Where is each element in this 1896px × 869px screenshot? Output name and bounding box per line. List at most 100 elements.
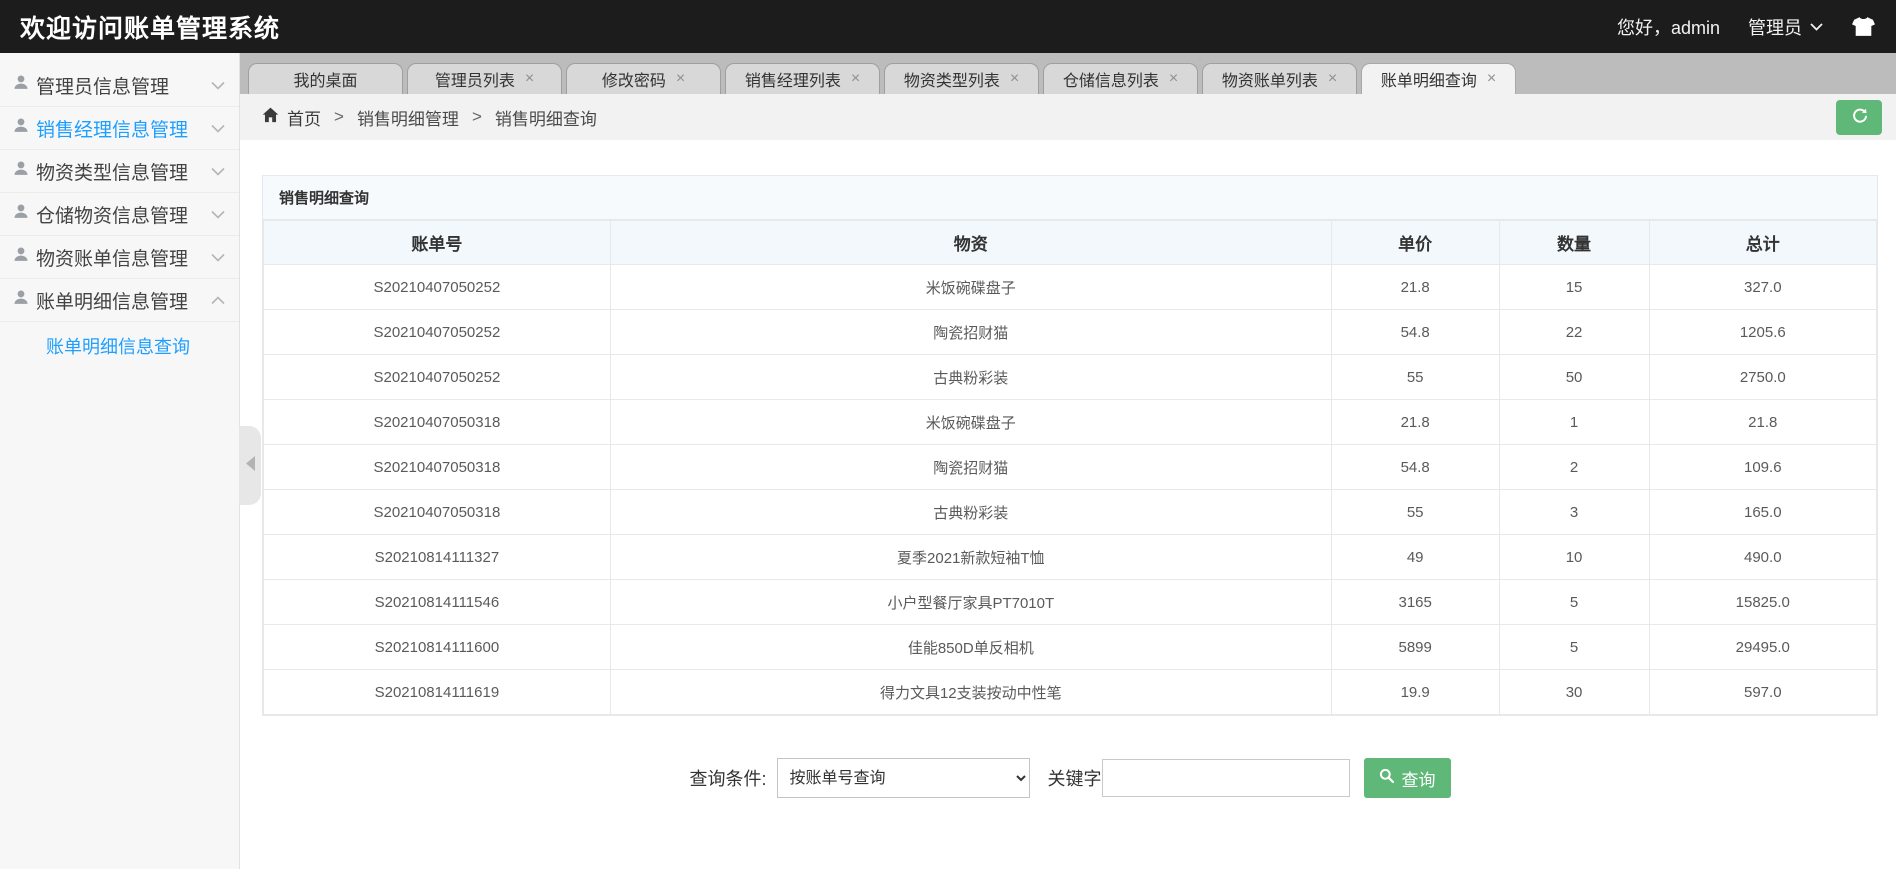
cell-total: 15825.0: [1648, 579, 1878, 625]
cell-bill-no: S20210407050318: [263, 489, 611, 535]
chevron-down-icon: [1810, 22, 1823, 31]
refresh-icon: [1851, 107, 1868, 127]
refresh-button[interactable]: [1836, 99, 1882, 135]
tab-material-bill-list[interactable]: 物资账单列表 ×: [1202, 63, 1357, 94]
user-icon: [13, 289, 29, 311]
cell-quantity: 1: [1498, 399, 1650, 445]
query-condition-label: 查询条件:: [689, 769, 767, 789]
close-icon[interactable]: ×: [1487, 71, 1496, 87]
cell-quantity: 15: [1498, 264, 1650, 310]
tab-label: 物资类型列表: [903, 73, 1000, 90]
close-icon[interactable]: ×: [851, 71, 860, 87]
chevron-down-icon: [211, 203, 225, 225]
cell-bill-no: S20210407050252: [263, 264, 611, 310]
cell-unit-price: 54.8: [1330, 444, 1500, 490]
search-button[interactable]: 查询: [1363, 758, 1451, 798]
cell-bill-no: S20210814111327: [263, 534, 611, 580]
cell-bill-no: S20210814111546: [263, 579, 611, 625]
tab-my-desktop[interactable]: 我的桌面: [248, 63, 403, 94]
sidebar-item-label: 管理员信息管理: [36, 76, 170, 98]
sidebar-item-label: 销售经理信息管理: [36, 119, 189, 141]
chevron-down-icon: [211, 117, 225, 139]
sidebar-item-material-bill-info[interactable]: 物资账单信息管理: [0, 236, 239, 279]
cell-unit-price: 19.9: [1330, 669, 1500, 715]
cell-bill-no: S20210407050252: [263, 354, 611, 400]
cell-quantity: 5: [1498, 624, 1650, 670]
role-label: 管理员: [1748, 17, 1802, 38]
table-row: S20210814111600 佳能850D单反相机 5899 5 29495.…: [263, 624, 1878, 670]
user-greeting: 您好，admin: [1616, 17, 1720, 38]
role-dropdown[interactable]: 管理员: [1748, 14, 1823, 40]
cell-bill-no: S20210407050318: [263, 444, 611, 490]
cell-material: 夏季2021新款短袖T恤: [609, 534, 1332, 580]
sidebar-item-label: 物资类型信息管理: [36, 162, 189, 184]
sidebar-item-sales-manager-info[interactable]: 销售经理信息管理: [0, 107, 239, 150]
close-icon[interactable]: ×: [676, 71, 685, 87]
tab-label: 销售经理列表: [744, 73, 841, 90]
column-header-material: 物资: [609, 220, 1332, 265]
query-result-panel: 销售明细查询 账单号 物资 单价 数量 总计 S20210407050252 米…: [262, 175, 1878, 716]
tab-admin-list[interactable]: 管理员列表 ×: [407, 63, 562, 94]
cell-bill-no: S20210814111600: [263, 624, 611, 670]
sidebar-item-label: 仓储物资信息管理: [36, 205, 189, 227]
column-header-bill-no: 账单号: [263, 220, 611, 265]
chevron-down-icon: [211, 160, 225, 182]
breadcrumb-home-label: 首页: [287, 109, 321, 129]
breadcrumb-section-link[interactable]: 销售明细管理: [357, 105, 459, 130]
breadcrumb-current: 销售明细查询: [494, 109, 597, 129]
tab-bar: 我的桌面 管理员列表 × 修改密码 × 销售经理列表 × 物资类型列表 × 仓储…: [240, 53, 1896, 94]
tshirt-theme-icon[interactable]: [1851, 16, 1876, 37]
tab-warehouse-info-list[interactable]: 仓储信息列表 ×: [1043, 63, 1198, 94]
keyword-label: 关键字: [1047, 769, 1102, 789]
sidebar-item-bill-detail-info[interactable]: 账单明细信息管理: [0, 279, 239, 322]
search-button-label: 查询: [1401, 770, 1436, 790]
tab-label: 修改密码: [601, 73, 666, 90]
cell-quantity: 22: [1498, 309, 1650, 355]
cell-total: 327.0: [1648, 264, 1878, 310]
cell-unit-price: 55: [1330, 489, 1500, 535]
top-header: 欢迎访问账单管理系统 您好，admin 管理员: [0, 0, 1896, 53]
tab-change-password[interactable]: 修改密码 ×: [566, 63, 721, 94]
sidebar-item-material-type-info[interactable]: 物资类型信息管理: [0, 150, 239, 193]
content-area: 销售明细查询 账单号 物资 单价 数量 总计 S20210407050252 米…: [240, 140, 1896, 869]
cell-unit-price: 21.8: [1330, 399, 1500, 445]
tab-material-type-list[interactable]: 物资类型列表 ×: [884, 63, 1039, 94]
cell-unit-price: 21.8: [1330, 264, 1500, 310]
user-icon: [13, 160, 29, 182]
sidebar-collapse-handle[interactable]: [239, 426, 261, 505]
chevron-up-icon: [211, 289, 225, 311]
column-header-quantity: 数量: [1498, 220, 1650, 265]
tab-bill-detail-query[interactable]: 账单明细查询 ×: [1361, 63, 1516, 94]
table-row: S20210814111546 小户型餐厅家具PT7010T 3165 5 15…: [263, 579, 1878, 625]
breadcrumb-home-link[interactable]: 首页: [262, 105, 321, 130]
user-icon: [13, 117, 29, 139]
close-icon[interactable]: ×: [525, 71, 534, 87]
close-icon[interactable]: ×: [1328, 71, 1337, 87]
user-icon: [13, 74, 29, 96]
cell-unit-price: 3165: [1330, 579, 1500, 625]
tab-sales-manager-list[interactable]: 销售经理列表 ×: [725, 63, 880, 94]
cell-quantity: 50: [1498, 354, 1650, 400]
cell-total: 490.0: [1648, 534, 1878, 580]
user-icon: [13, 246, 29, 268]
cell-bill-no: S20210407050318: [263, 399, 611, 445]
panel-title: 销售明细查询: [263, 176, 1877, 220]
sidebar-item-warehouse-material-info[interactable]: 仓储物资信息管理: [0, 193, 239, 236]
chevron-down-icon: [211, 74, 225, 96]
table-row: S20210407050318 古典粉彩装 55 3 165.0: [263, 489, 1878, 535]
sidebar-item-admin-info[interactable]: 管理员信息管理: [0, 64, 239, 107]
keyword-input[interactable]: [1101, 759, 1350, 797]
sidebar-item-label: 物资账单信息管理: [36, 248, 189, 270]
sidebar-subitem-bill-detail-query[interactable]: 账单明细信息查询: [0, 322, 239, 370]
cell-material: 古典粉彩装: [609, 489, 1332, 535]
cell-material: 小户型餐厅家具PT7010T: [609, 579, 1332, 625]
cell-quantity: 2: [1498, 444, 1650, 490]
sidebar: 管理员信息管理 销售经理信息管理 物资类型信息管理 仓储物资信息管理 物资账单信…: [0, 53, 261, 869]
table-row: S20210407050318 米饭碗碟盘子 21.8 1 21.8: [263, 399, 1878, 445]
close-icon[interactable]: ×: [1169, 71, 1178, 87]
home-icon: [262, 107, 279, 128]
query-condition-select[interactable]: 按账单号查询: [776, 758, 1030, 798]
tab-label: 仓储信息列表: [1062, 73, 1159, 90]
app-title: 欢迎访问账单管理系统: [20, 14, 281, 43]
close-icon[interactable]: ×: [1010, 71, 1019, 87]
